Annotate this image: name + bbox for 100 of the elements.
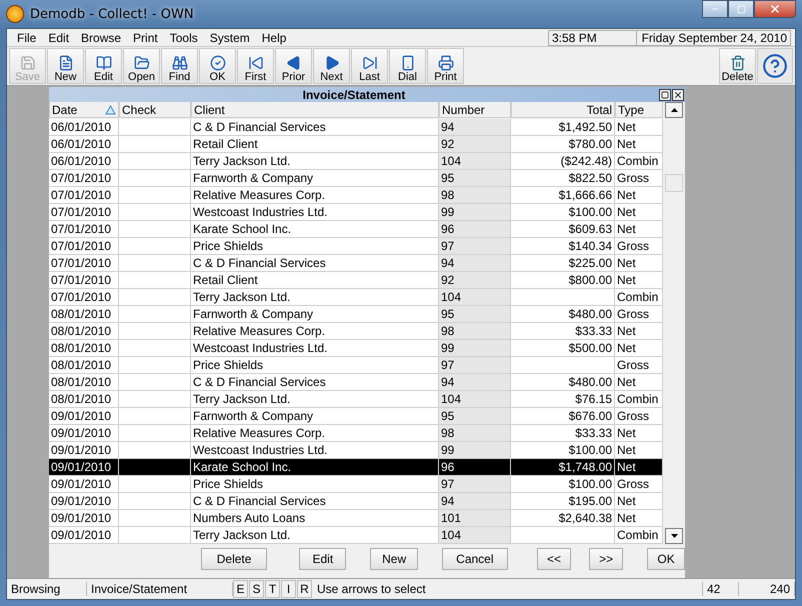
table-cell: 09/01/2010: [49, 408, 119, 425]
table-cell: Farnworth & Company: [191, 306, 439, 323]
table-cell: 09/01/2010: [49, 510, 119, 527]
minimize-button[interactable]: [702, 0, 728, 18]
maximize-button[interactable]: [728, 0, 754, 18]
menu-item[interactable]: Help: [256, 30, 292, 44]
menu-item[interactable]: File: [11, 30, 42, 44]
table-cell: 104: [439, 527, 511, 544]
close-button[interactable]: [672, 88, 684, 100]
table-cell: 07/01/2010: [49, 255, 119, 272]
status-flag: E: [233, 580, 248, 598]
dialog-button[interactable]: <<: [536, 548, 572, 570]
table-cell: Terry Jackson Ltd.: [191, 527, 439, 544]
column-header[interactable]: Check: [119, 102, 191, 118]
status-form: Invoice/Statement: [87, 582, 233, 596]
table-cell: $33.33: [511, 425, 615, 442]
menu-item[interactable]: Browse: [75, 30, 128, 44]
scroll-down-button[interactable]: [665, 528, 683, 544]
table-cell: 94: [439, 119, 511, 136]
toolbar-button[interactable]: OK: [199, 48, 236, 84]
toolbar-button[interactable]: Prior: [275, 48, 312, 84]
table-cell: Gross: [615, 476, 663, 493]
dialog-button[interactable]: >>: [589, 548, 624, 570]
scroll-up-button[interactable]: [665, 102, 683, 118]
table-cell: Net: [615, 425, 663, 442]
table-cell: 104: [439, 153, 511, 170]
column-header[interactable]: Number: [439, 102, 511, 118]
table-cell: $480.00: [511, 374, 615, 391]
table-cell: $609.63: [511, 221, 615, 238]
first-icon: [248, 55, 264, 71]
last-icon: [362, 55, 378, 71]
table-cell: Terry Jackson Ltd.: [191, 391, 439, 408]
toolbar-button[interactable]: First: [237, 48, 274, 84]
table-cell: Retail Client: [191, 136, 439, 153]
toolbar-button[interactable]: Open: [123, 48, 160, 84]
table-cell: 95: [439, 170, 511, 187]
menu-item[interactable]: Tools: [164, 30, 204, 44]
app-icon: [6, 5, 24, 23]
table-cell: Net: [615, 340, 663, 357]
help-button[interactable]: [757, 48, 793, 84]
table-cell: 95: [439, 306, 511, 323]
dialog-button[interactable]: OK: [647, 548, 685, 570]
toolbar-button[interactable]: Dial: [389, 48, 426, 84]
menu-item[interactable]: System: [204, 30, 256, 44]
table-cell: Price Shields: [191, 357, 439, 374]
down-arrow-icon: [670, 534, 678, 538]
menu-item[interactable]: Edit: [42, 30, 76, 44]
table-cell: C & D Financial Services: [191, 374, 439, 391]
table-cell: Combin: [615, 153, 663, 170]
table-cell: $33.33: [511, 323, 615, 340]
column-header[interactable]: Date: [49, 102, 119, 118]
table-cell: 97: [439, 238, 511, 255]
dialog-button[interactable]: Delete: [201, 548, 268, 570]
status-flag: I: [281, 580, 296, 598]
table-cell: 104: [439, 289, 511, 306]
scroll-thumb[interactable]: [665, 174, 683, 192]
menu-item[interactable]: Print: [127, 30, 164, 44]
table-cell: Net: [615, 119, 663, 136]
dialog-button[interactable]: Edit: [299, 548, 346, 570]
table-cell: 08/01/2010: [49, 340, 119, 357]
phone-icon: [400, 55, 416, 71]
toolbar-button[interactable]: Next: [313, 48, 350, 84]
table-cell: 07/01/2010: [49, 272, 119, 289]
toolbar-button[interactable]: New: [47, 48, 84, 84]
table-cell: 08/01/2010: [49, 306, 119, 323]
table-cell: Net: [615, 272, 663, 289]
trash-icon: [730, 55, 746, 71]
table-cell: Farnworth & Company: [191, 408, 439, 425]
restore-button[interactable]: [659, 88, 671, 100]
table-cell: Net: [615, 374, 663, 391]
table-cell: $676.00: [511, 408, 615, 425]
table-cell: $780.00: [511, 136, 615, 153]
table-cell: $800.00: [511, 272, 615, 289]
table-cell: 08/01/2010: [49, 357, 119, 374]
column-header[interactable]: Type: [615, 102, 663, 118]
column-header[interactable]: Total: [511, 102, 615, 118]
record-count: 42: [703, 582, 739, 596]
table-cell: $195.00: [511, 493, 615, 510]
printer-icon: [438, 55, 454, 71]
toolbar-button[interactable]: Last: [351, 48, 388, 84]
close-button[interactable]: [754, 0, 796, 18]
dialog-button[interactable]: New: [370, 548, 418, 570]
toolbar-button[interactable]: Edit: [85, 48, 122, 84]
table-cell: C & D Financial Services: [191, 119, 439, 136]
column-header[interactable]: Client: [191, 102, 439, 118]
dialog-button[interactable]: Cancel: [442, 548, 508, 570]
status-mode: Browsing: [7, 582, 87, 596]
clock-time: 3:58 PM: [548, 30, 636, 46]
table-cell: 09/01/2010: [49, 442, 119, 459]
table-cell: Westcoast Industries Ltd.: [191, 442, 439, 459]
table-cell: C & D Financial Services: [191, 493, 439, 510]
toolbar-button[interactable]: Print: [427, 48, 464, 84]
toolbar-button[interactable]: Find: [161, 48, 198, 84]
table-cell: Relative Measures Corp.: [191, 187, 439, 204]
window-title: Demodb - Collect! - OWN: [30, 6, 195, 22]
table-cell: 07/01/2010: [49, 187, 119, 204]
status-hint: Use arrows to select: [313, 582, 703, 596]
table-cell: Gross: [615, 238, 663, 255]
table-cell: Net: [615, 187, 663, 204]
toolbar-button[interactable]: Delete: [719, 48, 756, 84]
